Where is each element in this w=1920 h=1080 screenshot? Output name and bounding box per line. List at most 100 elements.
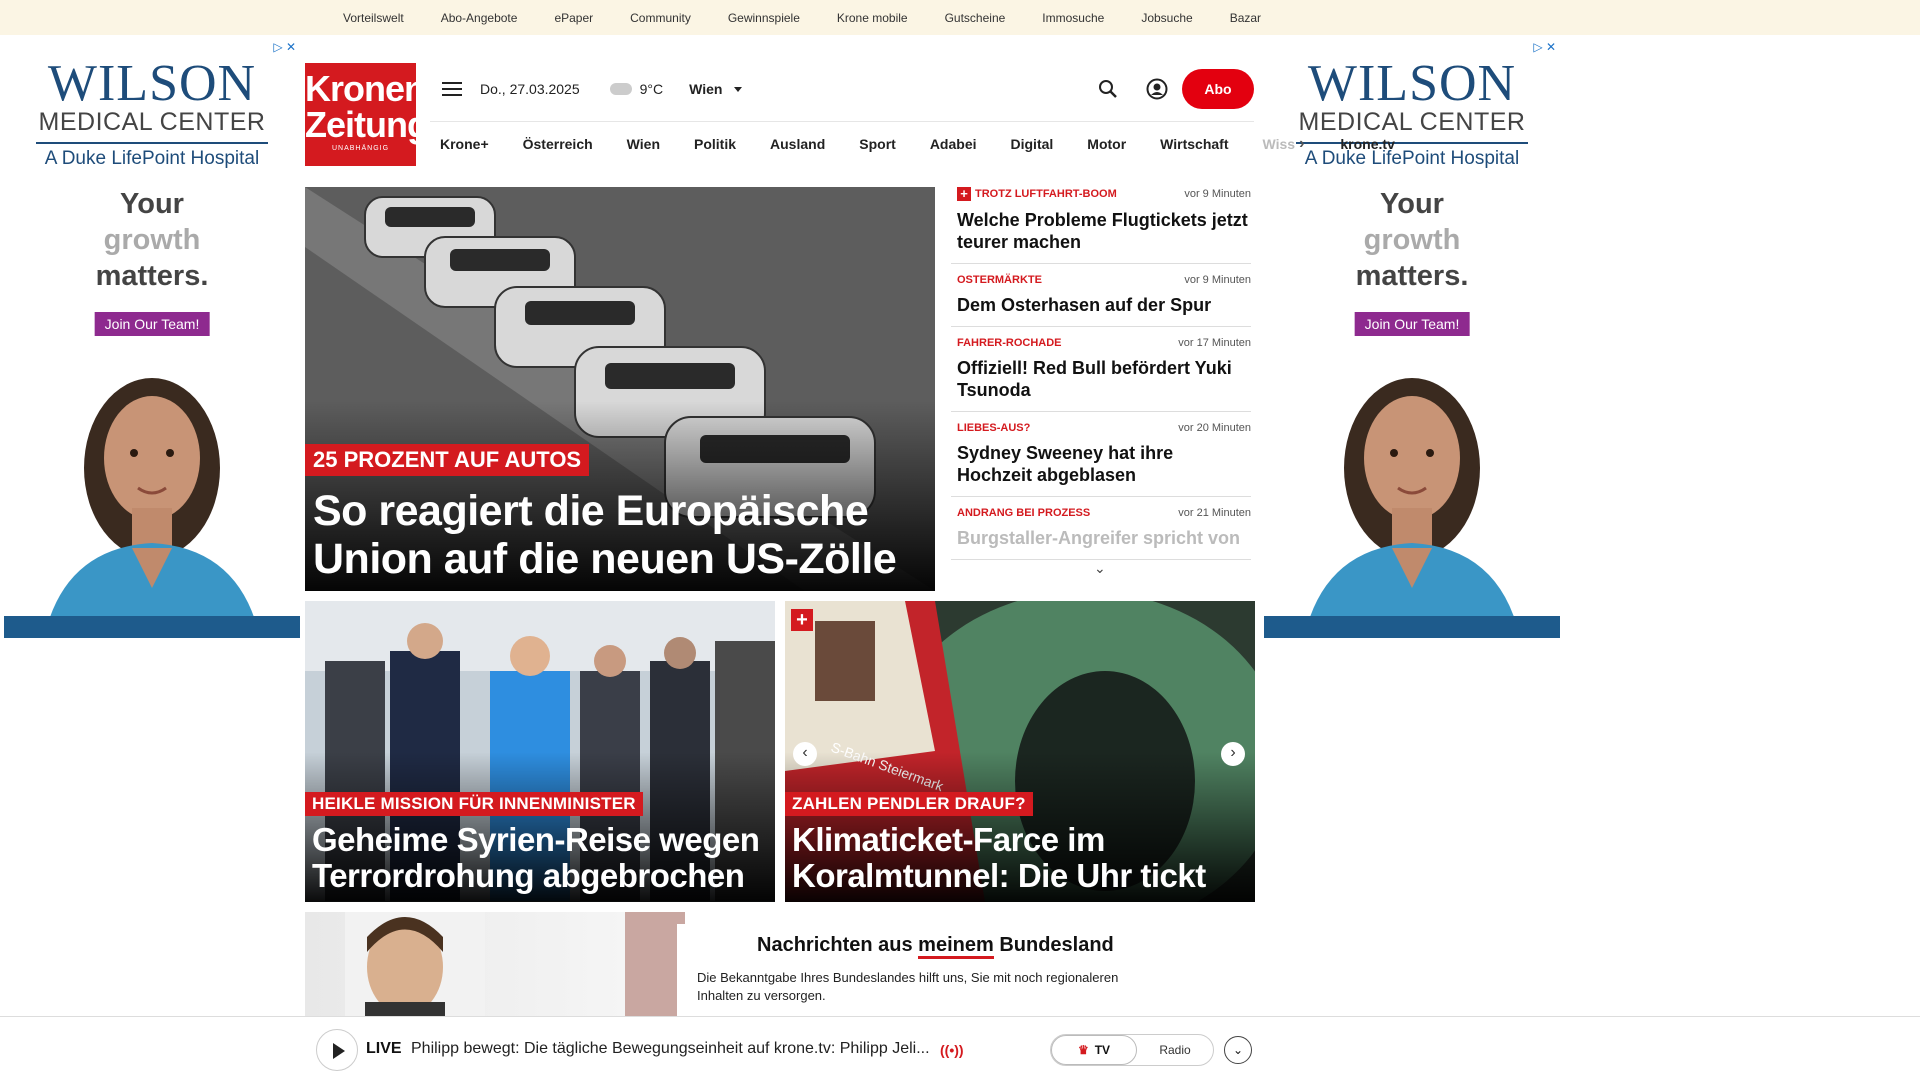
adchoice-icon[interactable]: ▷ ✕ [273, 40, 296, 54]
tv-toggle-button[interactable]: ♛ TV [1051, 1035, 1137, 1065]
ticker-item[interactable]: LIEBES-AUS? vor 20 Minuten Sydney Sweeney … [951, 422, 1251, 497]
top-utility-bar: Vorteilswelt Abo-Angebote ePaper Community G… [0, 0, 1920, 35]
ad-left[interactable]: ▷ ✕ WILSON MEDICAL CENTER A Duke LifePoi… [4, 38, 300, 638]
nav-item[interactable]: Wirtschaft [1160, 136, 1228, 152]
ad-brand-subtitle: A Duke LifePoint Hospital [1304, 148, 1520, 169]
hero-title: So reagiert die Europäische Union auf di… [313, 487, 897, 583]
user-account-icon[interactable] [1146, 78, 1168, 100]
player-title[interactable]: Philipp bewegt: Die tägliche Bewegungsei… [411, 1040, 930, 1058]
main-navigation: Krone+ Österreich Wien Politik Ausland Sport A… [430, 121, 1395, 165]
top-link[interactable]: Abo-Angebote [441, 11, 518, 25]
card-title-line1: Klimaticket-Farce im [792, 821, 1105, 858]
search-icon[interactable] [1098, 79, 1118, 99]
abo-button[interactable]: Abo [1182, 69, 1254, 109]
ad-slogan-1: Your [120, 188, 184, 220]
chevron-down-icon[interactable]: ⌄ [1094, 560, 1106, 577]
nav-item-krone-tv[interactable]: krone.tv [1340, 136, 1394, 152]
top-link[interactable]: Community [630, 11, 691, 25]
article-card[interactable]: S-Bahn Steiermark + ‹ › ZAHLEN PENDLER D… [785, 601, 1255, 902]
ad-join-button[interactable]: Join Our Team! [94, 312, 210, 336]
bundesland-panel[interactable]: Nachrichten aus meinem Bundesland Die Be… [677, 924, 1255, 1017]
live-label: LIVE [366, 1040, 402, 1057]
ad-divider [36, 142, 268, 144]
top-link[interactable]: Jobsuche [1141, 11, 1192, 25]
card-tag: HEIKLE MISSION FÜR INNENMINISTER [305, 792, 643, 816]
top-link[interactable]: Gewinnspiele [728, 11, 800, 25]
ad-slogan-2: growth [103, 224, 201, 256]
ad-brand-wilson: WILSON [47, 55, 257, 112]
ad-slogan-2: growth [1363, 224, 1461, 256]
nav-item[interactable]: Digital [1011, 136, 1054, 152]
ad-person-image [1304, 378, 1520, 638]
ticker-kicker: OSTERMÄRKTE [957, 274, 1042, 286]
top-links: Vorteilswelt Abo-Angebote ePaper Community G… [343, 0, 1298, 35]
news-ticker: + TROTZ LUFTFAHRT-BOOM vor 9 Minuten Welche… [951, 187, 1251, 587]
adchoice-icon[interactable]: ▷ ✕ [1533, 40, 1556, 54]
ad-brand-medical-center: MEDICAL CENTER [1298, 108, 1526, 136]
top-link[interactable]: Krone mobile [837, 11, 908, 25]
city-select[interactable]: Wien [689, 81, 722, 97]
ticker-time: vor 9 Minuten [1184, 188, 1251, 200]
header-temperature: 9°C [639, 81, 664, 97]
nav-item[interactable]: Sport [859, 136, 896, 152]
krone-plus-icon: + [957, 187, 971, 201]
nav-item[interactable]: Adabei [930, 136, 977, 152]
ad-slogan-3: matters. [95, 260, 209, 292]
ad-join-button[interactable]: Join Our Team! [1354, 312, 1470, 336]
chevron-right-icon[interactable]: › [1299, 135, 1304, 153]
ticker-headline: Burgstaller-Angreifer spricht von [957, 528, 1241, 548]
ticker-kicker: ANDRANG BEI PROZESS [957, 507, 1091, 519]
ad-bottom-bar [1264, 616, 1560, 638]
hero-article[interactable]: 25 PROZENT AUF AUTOS So reagiert die Eur… [305, 187, 935, 591]
ticker-time: vor 17 Minuten [1178, 337, 1251, 349]
ticker-headline: Offiziell! Red Bull befördert Yuki Tsuno… [957, 358, 1232, 400]
ad-right[interactable]: ▷ ✕ WILSON MEDICAL CENTER A Duke LifePoi… [1264, 38, 1560, 638]
nav-item[interactable]: Wien [627, 136, 660, 152]
top-link[interactable]: Vorteilswelt [343, 11, 404, 25]
ad-brand-wilson: WILSON [1307, 55, 1517, 112]
carousel-next-button[interactable]: › [1221, 742, 1245, 766]
logo-line1: Kronen [305, 68, 426, 109]
card-title-line2: Terrordrohung abgebrochen [312, 857, 745, 894]
ad-slogan: Your growth matters. [1264, 186, 1560, 294]
bundesland-text: Die Bekanntgabe Ihres Bundeslandes hilft… [697, 970, 1119, 1003]
ticker-kicker: TROTZ LUFTFAHRT-BOOM [975, 188, 1117, 200]
ticker-item[interactable]: + TROTZ LUFTFAHRT-BOOM vor 9 Minuten Welche… [951, 187, 1251, 264]
chevron-down-icon[interactable] [734, 86, 743, 92]
article-image [625, 912, 685, 1017]
nav-item[interactable]: Wiss [1263, 136, 1296, 152]
card-title-line1: Geheime Syrien-Reise wegen [312, 821, 760, 858]
radio-toggle-button[interactable]: Radio [1137, 1035, 1213, 1065]
menu-icon[interactable] [442, 78, 462, 100]
ticker-headline: Dem Osterhasen auf der Spur [957, 295, 1212, 315]
ad-bottom-bar [4, 616, 300, 638]
live-player-bar: LIVE Philipp bewegt: Die tägliche Bewegu… [0, 1016, 1920, 1080]
ticker-item[interactable]: ANDRANG BEI PROZESS vor 21 Minuten Burgsta… [951, 507, 1251, 560]
carousel-prev-button[interactable]: ‹ [793, 742, 817, 766]
nav-item[interactable]: Krone+ [440, 136, 489, 152]
kronen-zeitung-logo[interactable]: Kronen Zeitung UNABHÄNGIG [305, 63, 429, 166]
ad-slogan: Your growth matters. [4, 186, 300, 294]
nav-item[interactable]: Österreich [523, 136, 593, 152]
nav-item[interactable]: Politik [694, 136, 736, 152]
nav-item[interactable]: Motor [1087, 136, 1126, 152]
header-date: Do., 27.03.2025 [480, 81, 580, 97]
hero-tag: 25 PROZENT AUF AUTOS [305, 444, 590, 476]
tv-radio-toggle[interactable]: ♛ TV Radio [1050, 1034, 1214, 1066]
chevron-down-icon[interactable]: ⌄ [1224, 1036, 1252, 1064]
top-link[interactable]: Bazar [1230, 11, 1261, 25]
top-link[interactable]: Gutscheine [945, 11, 1006, 25]
hero-title-line1: So reagiert die Europäische [313, 487, 869, 535]
ticker-headline: Sydney Sweeney hat ihre Hochzeit abgebla… [957, 443, 1174, 485]
ad-slogan-1: Your [1380, 188, 1444, 220]
krone-plus-icon: + [791, 609, 813, 631]
bundesland-section: Nachrichten aus meinem Bundesland Die Be… [305, 912, 1255, 1017]
article-card[interactable]: HEIKLE MISSION FÜR INNENMINISTER Geheime… [305, 601, 775, 902]
play-button[interactable] [316, 1029, 358, 1071]
top-link[interactable]: Immosuche [1042, 11, 1104, 25]
ticker-kicker: LIEBES-AUS? [957, 422, 1031, 434]
ticker-item[interactable]: FAHRER-ROCHADE vor 17 Minuten Offiziell! R… [951, 337, 1251, 412]
nav-item[interactable]: Ausland [770, 136, 825, 152]
top-link[interactable]: ePaper [554, 11, 593, 25]
ticker-item[interactable]: OSTERMÄRKTE vor 9 Minuten Dem Osterhasen a… [951, 274, 1251, 327]
